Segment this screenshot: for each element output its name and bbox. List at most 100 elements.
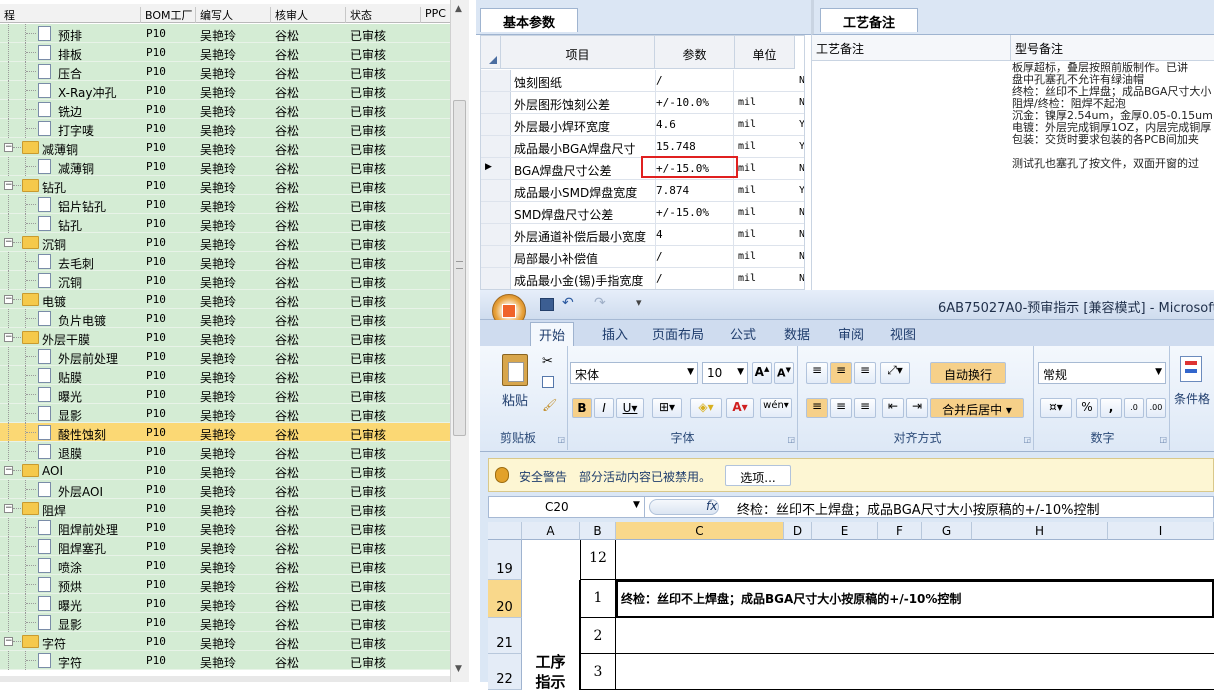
save-icon[interactable] xyxy=(540,298,554,311)
tree-group-row[interactable]: − 外层干膜 P10 吴艳玲 谷松 已审核 xyxy=(0,328,450,347)
param-value-cell[interactable] xyxy=(655,224,734,245)
cell-c[interactable] xyxy=(616,654,1214,690)
column-header[interactable]: I xyxy=(1108,522,1214,540)
param-value[interactable]: 4.6 xyxy=(656,118,676,131)
dialog-launcher-icon[interactable]: ◲ xyxy=(787,435,795,444)
tree-item-row[interactable]: 去毛刺 P10 吴艳玲 谷松 已审核 xyxy=(0,252,450,271)
qat-customize-icon[interactable]: ▾ xyxy=(636,296,642,309)
ribbon-tab[interactable]: 审阅 xyxy=(838,324,864,343)
security-options-button[interactable]: 选项... xyxy=(725,465,791,486)
dialog-launcher-icon[interactable]: ◲ xyxy=(1023,435,1031,444)
tree-item-row[interactable]: 负片电镀 P10 吴艳玲 谷松 已审核 xyxy=(0,309,450,328)
row-selector[interactable] xyxy=(481,136,511,157)
tree-group-row[interactable]: − 沉铜 P10 吴艳玲 谷松 已审核 xyxy=(0,233,450,252)
param-row[interactable]: 外层图形蚀刻公差 +/-10.0% mil N xyxy=(481,92,804,114)
column-header[interactable]: H xyxy=(972,522,1108,540)
col-header-status[interactable]: 状态 xyxy=(345,7,372,23)
row-selector[interactable] xyxy=(481,70,511,91)
cut-icon[interactable]: ✂ xyxy=(542,354,553,369)
italic-icon[interactable]: I xyxy=(594,398,614,418)
column-header[interactable]: C xyxy=(616,522,784,540)
param-row[interactable]: 成品最小SMD焊盘宽度 7.874 mil Y xyxy=(481,180,804,202)
tree-item-row[interactable]: 外层前处理 P10 吴艳玲 谷松 已审核 xyxy=(0,347,450,366)
ribbon-tab[interactable]: 视图 xyxy=(890,324,916,343)
tree-item-row[interactable]: 压合 P10 吴艳玲 谷松 已审核 xyxy=(0,62,450,81)
tree-scroll-thumb[interactable] xyxy=(453,100,466,436)
increase-indent-icon[interactable]: ⇥ xyxy=(906,398,928,418)
row-selector[interactable]: ▶ xyxy=(481,158,511,179)
borders-icon[interactable]: ⊞▾ xyxy=(652,398,682,418)
collapse-icon[interactable]: − xyxy=(4,637,13,646)
notes-header-model[interactable]: 型号备注 xyxy=(1011,35,1214,61)
collapse-icon[interactable]: − xyxy=(4,504,13,513)
tree-item-row[interactable]: 喷涂 P10 吴艳玲 谷松 已审核 xyxy=(0,556,450,575)
tree-item-row[interactable]: 排板 P10 吴艳玲 谷松 已审核 xyxy=(0,43,450,62)
notes-header-process[interactable]: 工艺备注 xyxy=(812,35,1011,61)
param-row[interactable]: 成品最小金(锡)手指宽度 / mil N xyxy=(481,268,804,289)
wrap-text-button[interactable]: 自动换行 xyxy=(930,362,1006,384)
params-header-item[interactable]: 项目 xyxy=(501,36,655,69)
tree-item-row[interactable]: 铣边 P10 吴艳玲 谷松 已审核 xyxy=(0,100,450,119)
collapse-icon[interactable]: − xyxy=(4,295,13,304)
param-value[interactable]: +/-15.0% xyxy=(656,206,709,219)
row-header[interactable]: 22 xyxy=(488,654,522,690)
row-selector[interactable] xyxy=(481,180,511,201)
tree-item-row[interactable]: 显影 P10 吴艳玲 谷松 已审核 xyxy=(0,613,450,632)
param-row[interactable]: 局部最小补偿值 / mil N xyxy=(481,246,804,268)
cell-c[interactable] xyxy=(616,618,1214,654)
collapse-icon[interactable]: − xyxy=(4,238,13,247)
param-value[interactable]: / xyxy=(656,272,663,285)
cell-b[interactable]: 2 xyxy=(580,618,616,654)
tree-item-row[interactable]: 打字唛 P10 吴艳玲 谷松 已审核 xyxy=(0,119,450,138)
tree-item-row[interactable]: 沉铜 P10 吴艳玲 谷松 已审核 xyxy=(0,271,450,290)
font-name-combo[interactable]: 宋体 ▼ xyxy=(570,362,698,384)
conditional-format-label[interactable]: 条件格 xyxy=(1174,390,1210,407)
grow-font-icon[interactable]: A▲ xyxy=(752,362,772,384)
undo-icon[interactable]: ↶ xyxy=(562,295,574,311)
col-header-process[interactable]: 程 xyxy=(0,7,15,23)
cell-b[interactable]: 12 xyxy=(580,540,616,580)
font-color-icon[interactable]: A▾ xyxy=(726,398,754,418)
column-header[interactable]: A xyxy=(522,522,580,540)
tree-item-row[interactable]: 显影 P10 吴艳玲 谷松 已审核 xyxy=(0,404,450,423)
param-value[interactable]: 15.748 xyxy=(656,140,696,153)
orientation-icon[interactable]: ⤢▾ xyxy=(880,362,910,384)
ribbon-tab[interactable]: 公式 xyxy=(730,324,756,343)
conditional-format-icon[interactable] xyxy=(1180,356,1202,382)
align-middle-icon[interactable]: ≡ xyxy=(830,362,852,384)
decrease-indent-icon[interactable]: ⇤ xyxy=(882,398,904,418)
align-left-icon[interactable]: ≡ xyxy=(806,398,828,418)
align-right-icon[interactable]: ≡ xyxy=(854,398,876,418)
row-selector[interactable] xyxy=(481,224,511,245)
tree-item-row[interactable]: 阻焊前处理 P10 吴艳玲 谷松 已审核 xyxy=(0,518,450,537)
tab-basic-params[interactable]: 基本参数 xyxy=(480,8,578,32)
scroll-up-icon[interactable]: ▲ xyxy=(455,4,462,14)
param-value-cell[interactable] xyxy=(655,246,734,267)
cell-c[interactable]: 终检：丝印不上焊盘；成品BGA尺寸大小按原稿的+/-10%控制 xyxy=(616,580,1214,618)
tree-item-row[interactable]: 曝光 P10 吴艳玲 谷松 已审核 xyxy=(0,385,450,404)
scroll-down-icon[interactable]: ▼ xyxy=(455,664,462,674)
param-row[interactable]: 外层最小焊环宽度 4.6 mil Y xyxy=(481,114,804,136)
row-selector[interactable] xyxy=(481,202,511,223)
tree-group-row[interactable]: − 阻焊 P10 吴艳玲 谷松 已审核 xyxy=(0,499,450,518)
align-top-icon[interactable]: ≡ xyxy=(806,362,828,384)
select-all-corner[interactable] xyxy=(488,522,522,540)
bold-icon[interactable]: B xyxy=(572,398,592,418)
tree-item-row[interactable]: 字符 P10 吴艳玲 谷松 已审核 xyxy=(0,651,450,670)
merged-cell-a[interactable]: 工序指示 xyxy=(522,580,580,690)
row-header[interactable]: 20 xyxy=(488,580,522,618)
tree-item-row[interactable]: 阻焊塞孔 P10 吴艳玲 谷松 已审核 xyxy=(0,537,450,556)
row-header[interactable]: 21 xyxy=(488,618,522,654)
param-row[interactable]: 蚀刻图纸 / N xyxy=(481,70,804,92)
params-header-unit[interactable]: 单位 xyxy=(735,36,795,69)
number-format-combo[interactable]: 常规 ▼ xyxy=(1038,362,1166,384)
param-value[interactable]: / xyxy=(656,250,663,263)
merge-center-button[interactable]: 合并后居中 ▾ xyxy=(930,398,1024,418)
row-header[interactable]: 19 xyxy=(488,540,522,580)
col-header-ppc[interactable]: PPC xyxy=(420,7,446,23)
param-value-cell[interactable] xyxy=(655,70,734,91)
param-row[interactable]: SMD焊盘尺寸公差 +/-15.0% mil N xyxy=(481,202,804,224)
column-header[interactable]: F xyxy=(878,522,922,540)
tree-item-row[interactable]: 退膜 P10 吴艳玲 谷松 已审核 xyxy=(0,442,450,461)
col-header-bom[interactable]: BOM工厂 xyxy=(140,7,193,23)
